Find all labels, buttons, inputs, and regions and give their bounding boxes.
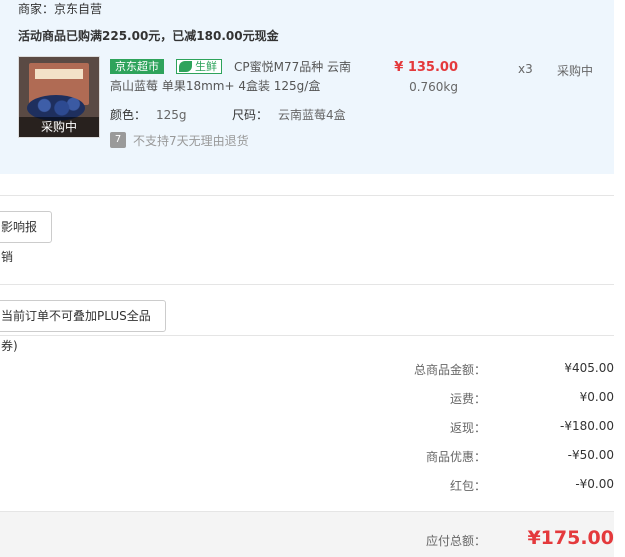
attr-color-label: 颜色： bbox=[110, 108, 147, 122]
summary-row-discount: 商品优惠： -¥50.00 bbox=[0, 448, 614, 468]
thumb-status-overlay: 采购中 bbox=[19, 117, 99, 137]
divider bbox=[0, 335, 614, 336]
attr-color-value: 125g bbox=[156, 108, 187, 122]
divider bbox=[0, 195, 614, 196]
store-panel: 商家：京东自营 活动商品已购满225.00元，已减180.00元现金 采购中 京… bbox=[0, 0, 614, 174]
product-thumbnail[interactable]: 采购中 bbox=[18, 56, 100, 138]
return-policy-text: 不支持7天无理由退货 bbox=[133, 134, 249, 148]
summary-label: 总商品金额： bbox=[413, 363, 486, 377]
summary-row-shipping: 运费： ¥0.00 bbox=[0, 390, 614, 410]
product-quantity: x3 bbox=[518, 62, 533, 76]
product-price: ¥ 135.00 bbox=[394, 60, 458, 75]
merchant-label: 商家：京东自营 bbox=[18, 2, 103, 16]
attr-size-value: 云南蓝莓4盒 bbox=[278, 108, 346, 122]
divider bbox=[0, 284, 614, 285]
no-return-icon: 7 bbox=[110, 132, 126, 148]
summary-label: 返现： bbox=[449, 421, 486, 435]
product-title[interactable]: CP蜜悦M77品种 云南高山蓝莓 单果18mm+ 4盒装 125g/盒 bbox=[110, 58, 360, 96]
product-weight: 0.760kg bbox=[409, 80, 458, 94]
summary-value: ¥405.00 bbox=[564, 361, 614, 375]
summary-label: 运费： bbox=[449, 392, 486, 406]
summary-row-red-packet: 红包： -¥0.00 bbox=[0, 477, 614, 497]
payable-label: 应付总额： bbox=[425, 534, 486, 548]
invoice-button[interactable]: 影响报销 bbox=[0, 211, 52, 264]
summary-value: ¥0.00 bbox=[579, 390, 614, 404]
summary-label: 红包： bbox=[449, 479, 486, 493]
summary-value: -¥50.00 bbox=[567, 448, 614, 462]
payment-bar: 应付总额： ¥175.00 bbox=[0, 511, 614, 557]
summary-row-cashback: 返现： -¥180.00 bbox=[0, 419, 614, 439]
summary-value: -¥180.00 bbox=[560, 419, 614, 433]
summary-value: -¥0.00 bbox=[575, 477, 614, 491]
payable-total: ¥175.00 bbox=[527, 527, 614, 549]
summary-label: 商品优惠： bbox=[425, 450, 486, 464]
coupon-button[interactable]: 当前订单不可叠加PLUS全品券) bbox=[0, 300, 166, 353]
summary-row-total-goods: 总商品金额： ¥405.00 bbox=[0, 361, 614, 381]
attr-size: 尺码： 云南蓝莓4盒 bbox=[232, 106, 346, 123]
attr-color: 颜色： 125g bbox=[110, 106, 187, 123]
promo-text: 活动商品已购满225.00元，已减180.00元现金 bbox=[18, 29, 279, 43]
attr-size-label: 尺码： bbox=[232, 108, 269, 122]
product-box-label bbox=[35, 69, 83, 79]
order-status: 采购中 bbox=[557, 64, 594, 78]
